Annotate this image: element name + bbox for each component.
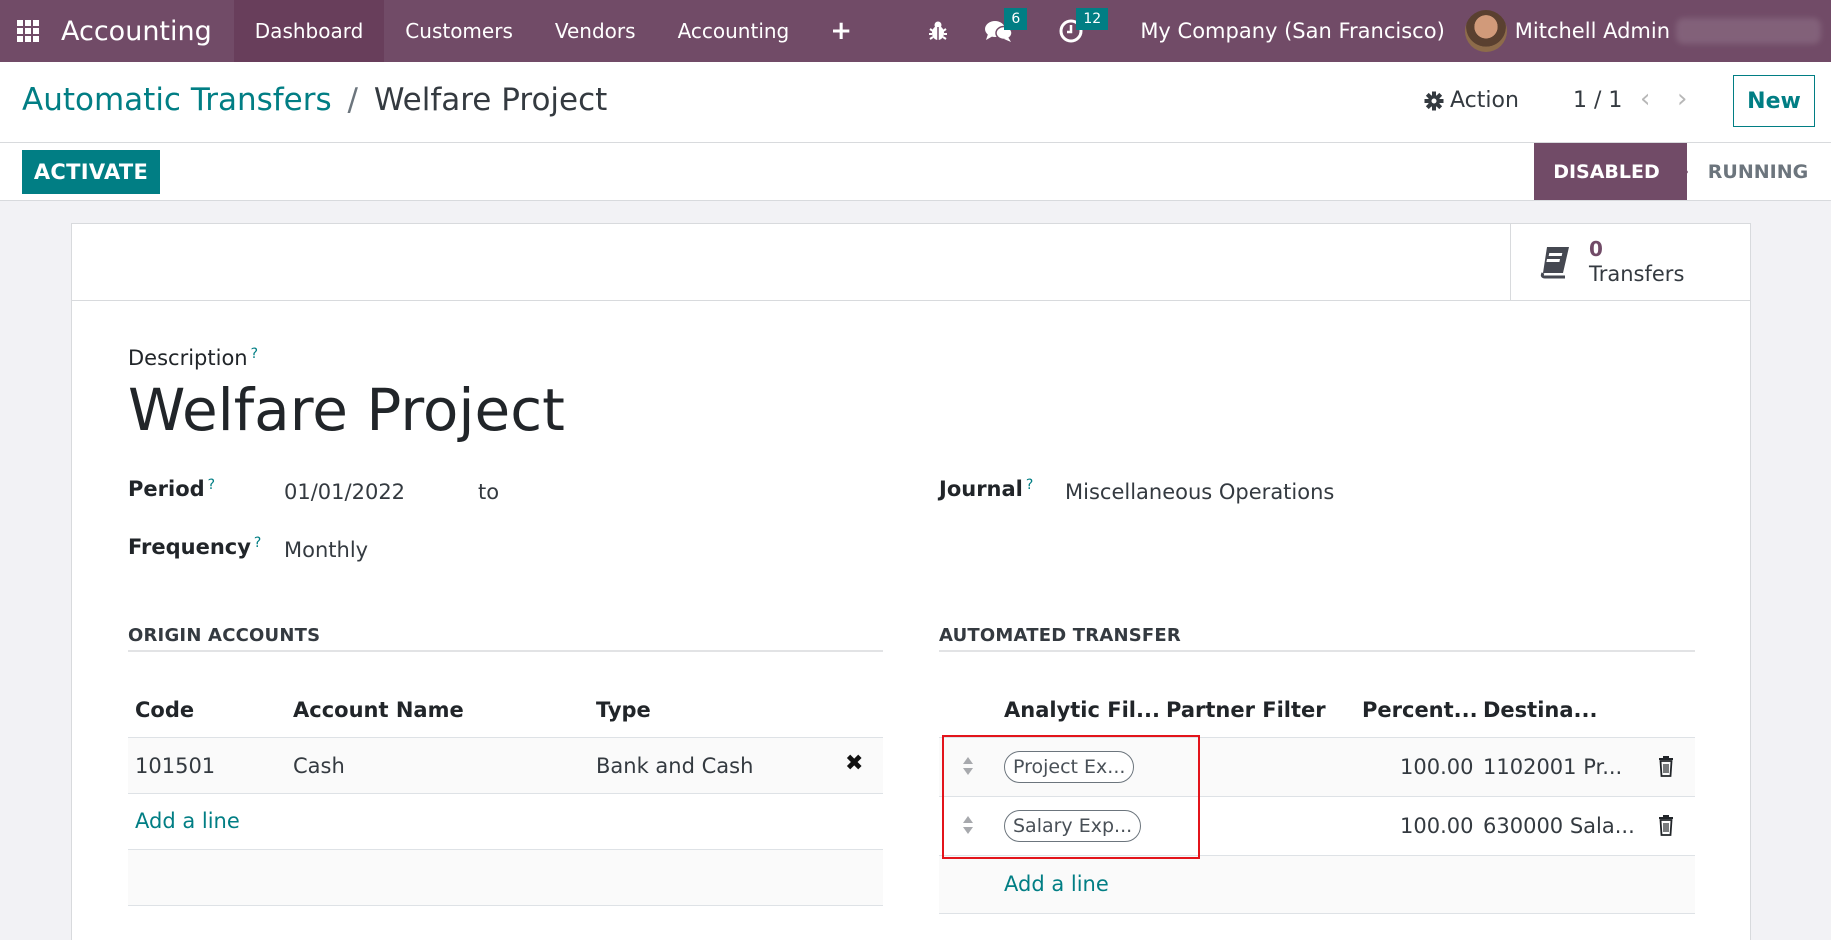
period-to-label: to (478, 480, 500, 504)
book-icon (1540, 247, 1569, 279)
stage-running[interactable]: RUNNING (1688, 143, 1828, 200)
row-divider (128, 905, 883, 906)
transfer-add-line-link[interactable]: Add a line (1004, 872, 1109, 896)
drag-handle-icon[interactable] (961, 814, 975, 836)
column-analytic-filter[interactable]: Analytic Fil... (1004, 698, 1160, 722)
breadcrumb: Automatic Transfers / Welfare Project (22, 82, 607, 118)
new-button[interactable]: New (1733, 75, 1815, 127)
period-end-field[interactable] (532, 480, 752, 506)
apps-grid-icon (16, 20, 39, 42)
menu-dashboard[interactable]: Dashboard (233, 0, 385, 62)
action-label: Action (1450, 88, 1519, 113)
messages-button[interactable]: 6 (966, 0, 1032, 62)
drag-handle-icon[interactable] (961, 755, 975, 777)
gear-icon (1424, 91, 1444, 110)
button-box: 0 Transfers (72, 224, 1750, 301)
activate-button[interactable]: ACTIVATE (22, 150, 160, 194)
menu-accounting[interactable]: Accounting (657, 0, 811, 62)
empty-row (128, 850, 883, 905)
breadcrumb-parent-link[interactable]: Automatic Transfers (22, 82, 332, 118)
blurred-database-name (1676, 18, 1821, 44)
activities-button[interactable]: 12 (1032, 0, 1109, 62)
cell-percent[interactable]: 100.00 (1400, 755, 1473, 779)
column-partner-filter[interactable]: Partner Filter (1166, 698, 1326, 722)
stage-disabled[interactable]: DISABLED (1534, 143, 1687, 200)
period-start-field[interactable]: 01/01/2022 (284, 480, 405, 504)
status-bar: ACTIVATE DISABLED RUNNING (0, 143, 1831, 201)
user-avatar (1464, 10, 1507, 52)
breadcrumb-current: Welfare Project (373, 82, 608, 118)
frequency-label: Frequency? (128, 535, 262, 559)
analytic-filter-tag[interactable]: Project Ex... (1004, 751, 1135, 783)
user-name: Mitchell Admin (1514, 19, 1670, 43)
description-field[interactable]: Welfare Project (128, 376, 565, 444)
help-icon[interactable]: ? (208, 477, 215, 493)
plus-icon[interactable]: + (810, 16, 872, 46)
trash-icon[interactable] (1657, 755, 1675, 777)
frequency-field[interactable]: Monthly (284, 538, 368, 562)
column-account-name[interactable]: Account Name (293, 698, 464, 722)
period-label: Period? (128, 477, 216, 501)
cell-type[interactable]: Bank and Cash (596, 754, 753, 778)
pager-next-icon[interactable]: › (1677, 84, 1687, 114)
cell-percent[interactable]: 100.00 (1400, 814, 1473, 838)
column-type[interactable]: Type (596, 698, 651, 722)
messages-count-badge: 6 (1004, 8, 1028, 30)
help-icon[interactable]: ? (1026, 477, 1033, 493)
remove-x-icon[interactable]: ✖ (845, 751, 863, 776)
pager-value[interactable]: 1 / 1 (1573, 88, 1622, 113)
menu-vendors[interactable]: Vendors (534, 0, 657, 62)
transfers-label: Transfers (1589, 262, 1685, 286)
cell-destination[interactable]: 630000 Sala... (1483, 814, 1635, 838)
menu-customers[interactable]: Customers (384, 0, 534, 62)
automated-transfer-title: AUTOMATED TRANSFER (939, 625, 1181, 646)
transfers-smart-button[interactable]: 0 Transfers (1510, 224, 1750, 300)
transfers-count: 0 (1589, 237, 1603, 261)
app-name[interactable]: Accounting (55, 0, 234, 62)
activities-count-badge: 12 (1076, 8, 1109, 30)
origin-accounts-title: ORIGIN ACCOUNTS (128, 625, 321, 646)
cell-destination[interactable]: 1102001 Pr... (1483, 755, 1622, 779)
section-divider (128, 650, 883, 652)
pager-previous-icon[interactable]: ‹ (1640, 84, 1650, 114)
breadcrumb-separator: / (347, 82, 358, 118)
stage-arrow-shape (1670, 143, 1688, 200)
trash-icon[interactable] (1657, 814, 1675, 836)
analytic-filter-tag[interactable]: Salary Exp... (1004, 810, 1142, 842)
debug-bug-icon[interactable] (910, 0, 966, 62)
app-menu-button[interactable] (0, 0, 55, 62)
column-destination[interactable]: Destina... (1483, 698, 1597, 722)
column-percent[interactable]: Percent... (1362, 698, 1478, 722)
origin-add-line-link[interactable]: Add a line (135, 809, 240, 833)
column-code[interactable]: Code (135, 698, 194, 722)
row-divider (939, 913, 1695, 914)
top-navbar: Accounting Dashboard Customers Vendors A… (0, 0, 1831, 62)
action-menu-button[interactable]: Action (1424, 88, 1519, 113)
help-icon[interactable]: ? (251, 346, 258, 362)
description-label: Description? (128, 346, 259, 370)
journal-field[interactable]: Miscellaneous Operations (1065, 480, 1334, 504)
cell-code[interactable]: 101501 (135, 754, 215, 778)
help-icon[interactable]: ? (254, 535, 261, 551)
row-divider (128, 793, 883, 794)
user-menu[interactable]: Mitchell Admin (1464, 10, 1831, 52)
table-row[interactable] (128, 738, 883, 793)
cell-account-name[interactable]: Cash (293, 754, 345, 778)
control-panel: Automatic Transfers / Welfare Project Ac… (0, 62, 1831, 143)
company-switcher[interactable]: My Company (San Francisco) (1126, 19, 1464, 43)
form-sheet: 0 Transfers Description? Welfare Project… (71, 223, 1751, 940)
section-divider (939, 650, 1695, 652)
journal-label: Journal? (939, 477, 1034, 501)
